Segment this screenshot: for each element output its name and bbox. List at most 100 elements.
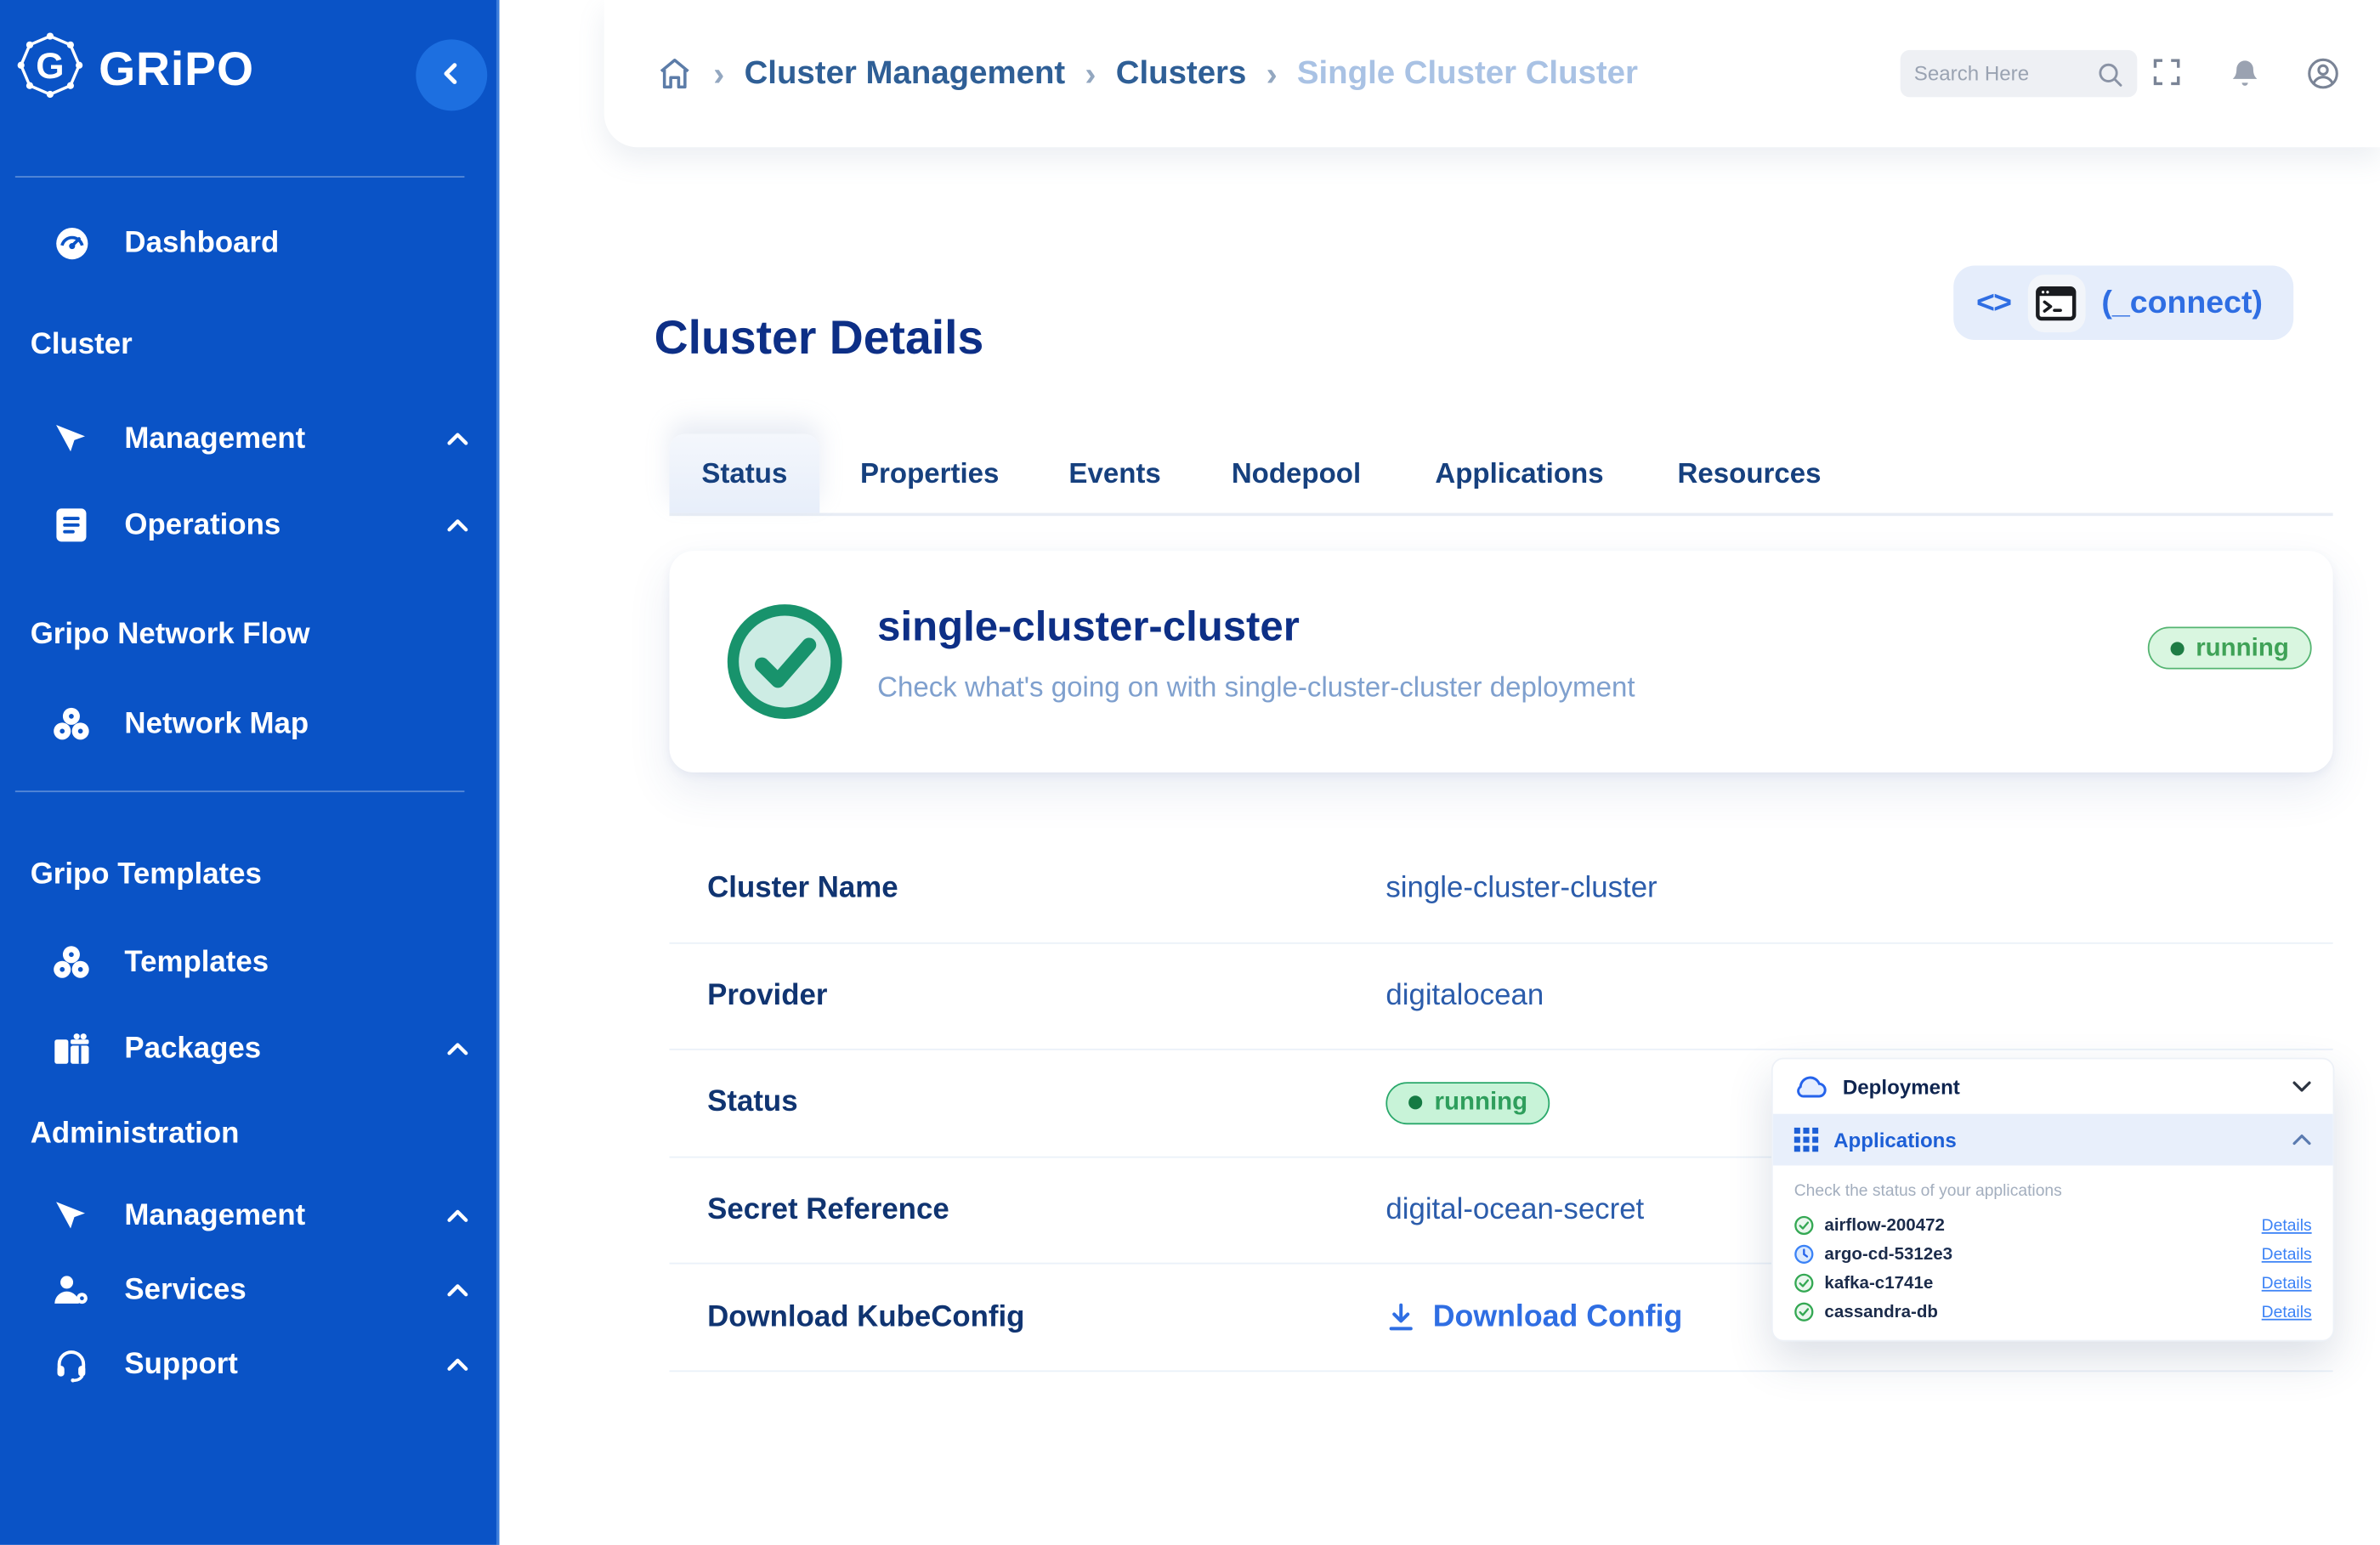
- tab-status[interactable]: Status: [669, 434, 819, 513]
- sidebar-divider: [15, 790, 465, 792]
- app-logo: G GRiPO: [15, 31, 254, 108]
- app-details-link[interactable]: Details: [2262, 1216, 2312, 1234]
- check-circle-icon: [1794, 1273, 1814, 1293]
- row-label: Download KubeConfig: [669, 1300, 1386, 1335]
- check-circle-icon: [1794, 1215, 1814, 1235]
- table-row: Provider digitalocean: [669, 943, 2332, 1050]
- sidebar-item-dashboard[interactable]: Dashboard: [52, 216, 469, 270]
- row-label: Cluster Name: [669, 872, 1386, 907]
- chevron-up-icon: [446, 518, 469, 533]
- sidebar-item-label: Support: [124, 1347, 237, 1382]
- code-icon: <>: [1976, 285, 2010, 321]
- bell-icon[interactable]: [2228, 56, 2261, 91]
- svg-text:G: G: [36, 46, 64, 87]
- sidebar-section-administration: Administration: [31, 1117, 240, 1152]
- row-label: Secret Reference: [669, 1193, 1386, 1228]
- gripo-logo-icon: G: [15, 31, 85, 108]
- sidebar-item-packages[interactable]: Packages: [52, 1022, 469, 1076]
- connect-button-label: (_connect): [2101, 285, 2263, 321]
- cluster-name-heading: single-cluster-cluster: [877, 603, 1300, 651]
- tab-resources[interactable]: Resources: [1669, 434, 1829, 513]
- provider-value: digitalocean: [1386, 979, 1544, 1014]
- sidebar-collapse-button[interactable]: [416, 39, 487, 110]
- breadcrumb-separator: ›: [713, 54, 724, 93]
- sidebar-item-label: Management: [124, 422, 305, 456]
- app-name: airflow-200472: [1824, 1216, 1945, 1234]
- search-icon[interactable]: [2096, 60, 2123, 88]
- app-details-link[interactable]: Details: [2262, 1245, 2312, 1263]
- sidebar-item-templates[interactable]: Templates: [52, 935, 469, 989]
- sidebar-item-admin-management[interactable]: Management: [52, 1188, 469, 1242]
- sidebar-item-management[interactable]: Management: [52, 411, 469, 466]
- sidebar-item-label: Network Map: [124, 706, 309, 741]
- download-config-link[interactable]: Download Config: [1386, 1300, 1682, 1335]
- notes-icon: [52, 506, 91, 545]
- chevron-up-icon: [446, 1356, 469, 1372]
- app-name: cassandra-db: [1824, 1303, 1938, 1321]
- chevron-up-icon: [446, 1282, 469, 1298]
- app-details-link[interactable]: Details: [2262, 1274, 2312, 1292]
- send-icon: [52, 1196, 91, 1235]
- topbar: › Cluster Management › Clusters › Single…: [604, 0, 2380, 147]
- nodes-icon: [52, 705, 91, 744]
- sidebar-item-label: Dashboard: [124, 225, 279, 260]
- list-item: kafka-c1741e Details: [1773, 1269, 2333, 1298]
- app-details-link[interactable]: Details: [2262, 1303, 2312, 1321]
- fullscreen-icon[interactable]: [2150, 56, 2183, 88]
- terminal-icon: [2027, 274, 2085, 331]
- sidebar-item-label: Packages: [124, 1031, 261, 1066]
- sidebar-section-templates: Gripo Templates: [31, 857, 262, 892]
- home-icon[interactable]: [655, 54, 694, 93]
- account-icon[interactable]: [2305, 56, 2340, 91]
- sidebar-item-support[interactable]: Support: [52, 1337, 469, 1391]
- chevron-left-icon: [439, 60, 464, 91]
- sidebar: G GRiPO Dashboard Cluster: [0, 0, 499, 1545]
- download-icon: [1386, 1301, 1416, 1334]
- search-box[interactable]: [1901, 50, 2138, 97]
- sidebar-item-network-map[interactable]: Network Map: [52, 697, 469, 751]
- sidebar-section-network-flow: Gripo Network Flow: [31, 618, 310, 653]
- chevron-down-icon: [2292, 1080, 2311, 1092]
- list-item: cassandra-db Details: [1773, 1298, 2333, 1327]
- dashboard-icon: [52, 223, 91, 262]
- breadcrumb-cluster-management[interactable]: Cluster Management: [745, 54, 1066, 93]
- grid-icon: [1794, 1128, 1819, 1152]
- search-input[interactable]: [1914, 62, 2096, 85]
- app-logo-text: GRiPO: [99, 42, 254, 96]
- list-item: argo-cd-5312e3 Details: [1773, 1240, 2333, 1269]
- user-gear-icon: [52, 1271, 91, 1310]
- tab-events[interactable]: Events: [1064, 434, 1166, 513]
- cluster-status-card: single-cluster-cluster Check what's goin…: [669, 551, 2332, 772]
- tab-applications[interactable]: Applications: [1427, 434, 1612, 513]
- sidebar-item-label: Management: [124, 1198, 305, 1233]
- popup-row-deployment[interactable]: Deployment: [1773, 1059, 2333, 1113]
- breadcrumb-clusters[interactable]: Clusters: [1116, 54, 1247, 93]
- check-circle-icon: [1794, 1302, 1814, 1321]
- app-name: argo-cd-5312e3: [1824, 1245, 1952, 1263]
- popup-deployment-label: Deployment: [1843, 1075, 1960, 1098]
- sidebar-item-label: Services: [124, 1272, 246, 1307]
- connect-button[interactable]: <> (_connect): [1953, 265, 2293, 339]
- status-badge: running: [1386, 1082, 1550, 1124]
- breadcrumb: › Cluster Management › Clusters › Single…: [655, 0, 1638, 147]
- tab-properties[interactable]: Properties: [853, 434, 1006, 513]
- cluster-status-subtitle: Check what's going on with single-cluste…: [877, 671, 1635, 704]
- list-item: airflow-200472 Details: [1773, 1211, 2333, 1240]
- popup-row-applications[interactable]: Applications: [1773, 1114, 2333, 1166]
- headset-icon: [52, 1344, 91, 1384]
- sidebar-section-cluster: Cluster: [31, 328, 133, 363]
- popup-caption: Check the status of your applications: [1794, 1182, 2312, 1200]
- app-name: kafka-c1741e: [1824, 1274, 1933, 1292]
- sidebar-item-services[interactable]: Services: [52, 1263, 469, 1317]
- cluster-details-tabs: Status Properties Events Nodepool Applic…: [669, 434, 2332, 516]
- chevron-up-icon: [446, 1041, 469, 1056]
- breadcrumb-separator: ›: [1266, 54, 1278, 93]
- send-icon: [52, 419, 91, 458]
- sidebar-item-label: Operations: [124, 507, 280, 542]
- tab-nodepool[interactable]: Nodepool: [1223, 434, 1368, 513]
- app-window: G GRiPO Dashboard Cluster: [0, 0, 2380, 1545]
- sidebar-item-operations[interactable]: Operations: [52, 498, 469, 552]
- deployment-popup: Deployment Applications Check the status…: [1771, 1058, 2335, 1342]
- cloud-icon: [1794, 1074, 1828, 1099]
- packages-icon: [52, 1029, 91, 1068]
